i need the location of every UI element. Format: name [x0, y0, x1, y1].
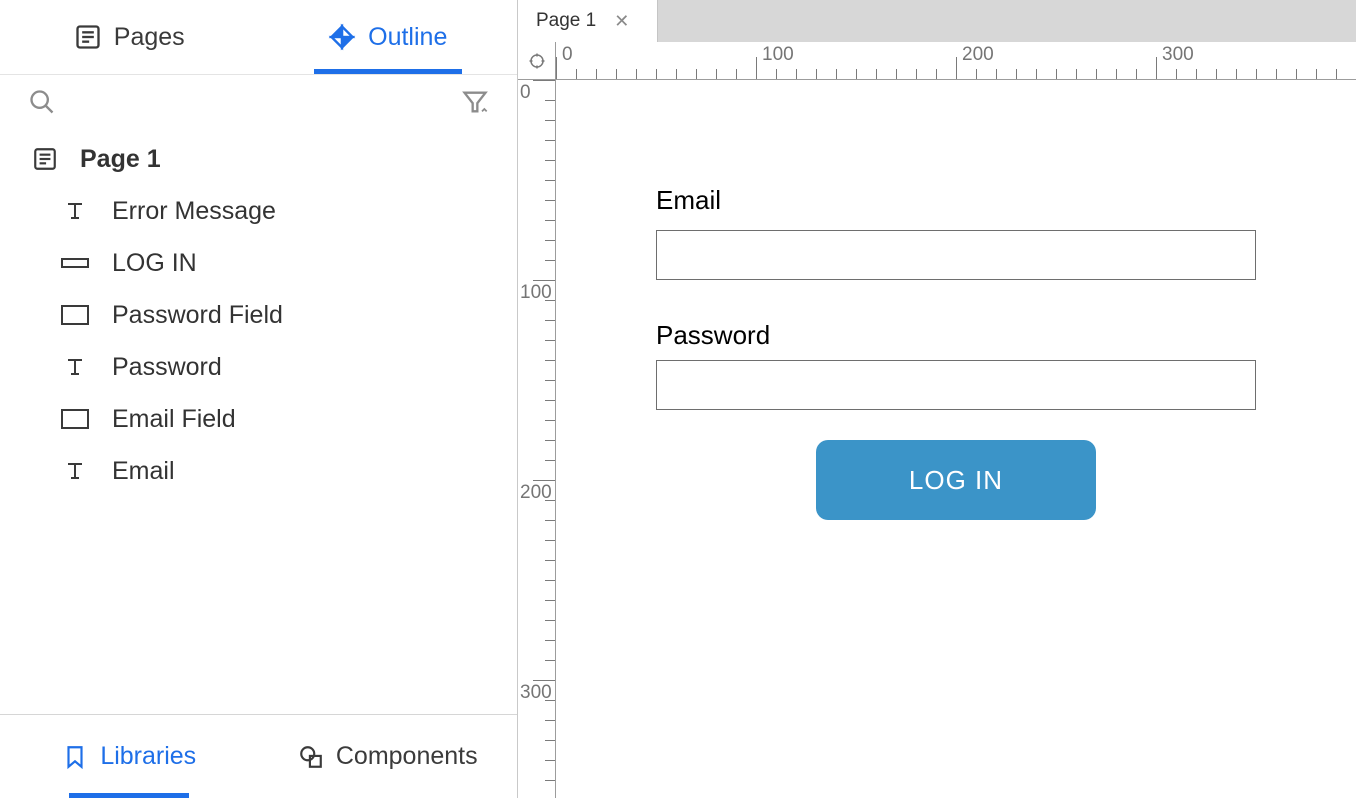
- document-tabstrip: Page 1 ✕: [518, 0, 1356, 42]
- text-icon: [60, 459, 90, 483]
- tree-item-label: Password Field: [112, 301, 283, 330]
- close-icon[interactable]: ✕: [614, 11, 629, 32]
- bookmark-icon: [62, 744, 88, 770]
- outline-tree: Page 1 Error Message LOG IN Password Fie…: [0, 129, 517, 714]
- main: Page 1 ✕ 0100200300400 0100200300 Email …: [518, 0, 1356, 798]
- tab-libraries[interactable]: Libraries: [0, 715, 259, 798]
- login-button-label: LOG IN: [909, 465, 1003, 496]
- tree-item-password[interactable]: Password: [0, 341, 517, 393]
- field-icon: [60, 305, 90, 325]
- tree-item-login[interactable]: LOG IN: [0, 237, 517, 289]
- tree-item-email-field[interactable]: Email Field: [0, 393, 517, 445]
- password-label[interactable]: Password: [656, 320, 770, 351]
- sidebar-top-tabs: Pages Outline: [0, 0, 517, 75]
- search-icon[interactable]: [28, 88, 56, 116]
- password-field[interactable]: [656, 360, 1256, 410]
- document-tab[interactable]: Page 1 ✕: [518, 0, 658, 42]
- login-button[interactable]: LOG IN: [816, 440, 1096, 520]
- tree-item-label: Email: [112, 457, 175, 486]
- field-icon: [60, 409, 90, 429]
- tab-pages[interactable]: Pages: [0, 0, 259, 74]
- filter-icon[interactable]: [461, 88, 489, 116]
- ruler-origin[interactable]: [518, 42, 556, 80]
- workspace: 0100200300400 0100200300 Email Password …: [518, 42, 1356, 798]
- email-field[interactable]: [656, 230, 1256, 280]
- tree-item-label: Email Field: [112, 405, 236, 434]
- sidebar-tools: [0, 75, 517, 129]
- text-icon: [60, 199, 90, 223]
- tab-components[interactable]: Components: [259, 715, 518, 798]
- tree-item-label: Error Message: [112, 197, 276, 226]
- pages-icon: [74, 23, 102, 51]
- tab-outline-label: Outline: [368, 23, 447, 52]
- button-icon: [60, 256, 90, 270]
- tab-libraries-label: Libraries: [100, 742, 196, 771]
- tab-pages-label: Pages: [114, 23, 185, 52]
- text-icon: [60, 355, 90, 379]
- sidebar: Pages Outline Page 1: [0, 0, 518, 798]
- canvas[interactable]: Email Password LOG IN: [556, 80, 1356, 798]
- outline-icon: [328, 23, 356, 51]
- tree-page-label: Page 1: [80, 145, 161, 174]
- ruler-horizontal[interactable]: 0100200300400: [556, 42, 1356, 80]
- tree-item-email[interactable]: Email: [0, 445, 517, 497]
- tab-outline[interactable]: Outline: [259, 0, 518, 74]
- components-icon: [298, 744, 324, 770]
- tree-item-password-field[interactable]: Password Field: [0, 289, 517, 341]
- tree-page-row[interactable]: Page 1: [0, 133, 517, 185]
- tree-item-error-message[interactable]: Error Message: [0, 185, 517, 237]
- document-tab-label: Page 1: [536, 10, 596, 32]
- sidebar-bottom-tabs: Libraries Components: [0, 714, 517, 798]
- tab-components-label: Components: [336, 742, 478, 771]
- tree-item-label: Password: [112, 353, 222, 382]
- page-icon: [30, 146, 60, 172]
- tree-item-label: LOG IN: [112, 249, 197, 278]
- ruler-vertical[interactable]: 0100200300: [518, 80, 556, 798]
- email-label[interactable]: Email: [656, 185, 721, 216]
